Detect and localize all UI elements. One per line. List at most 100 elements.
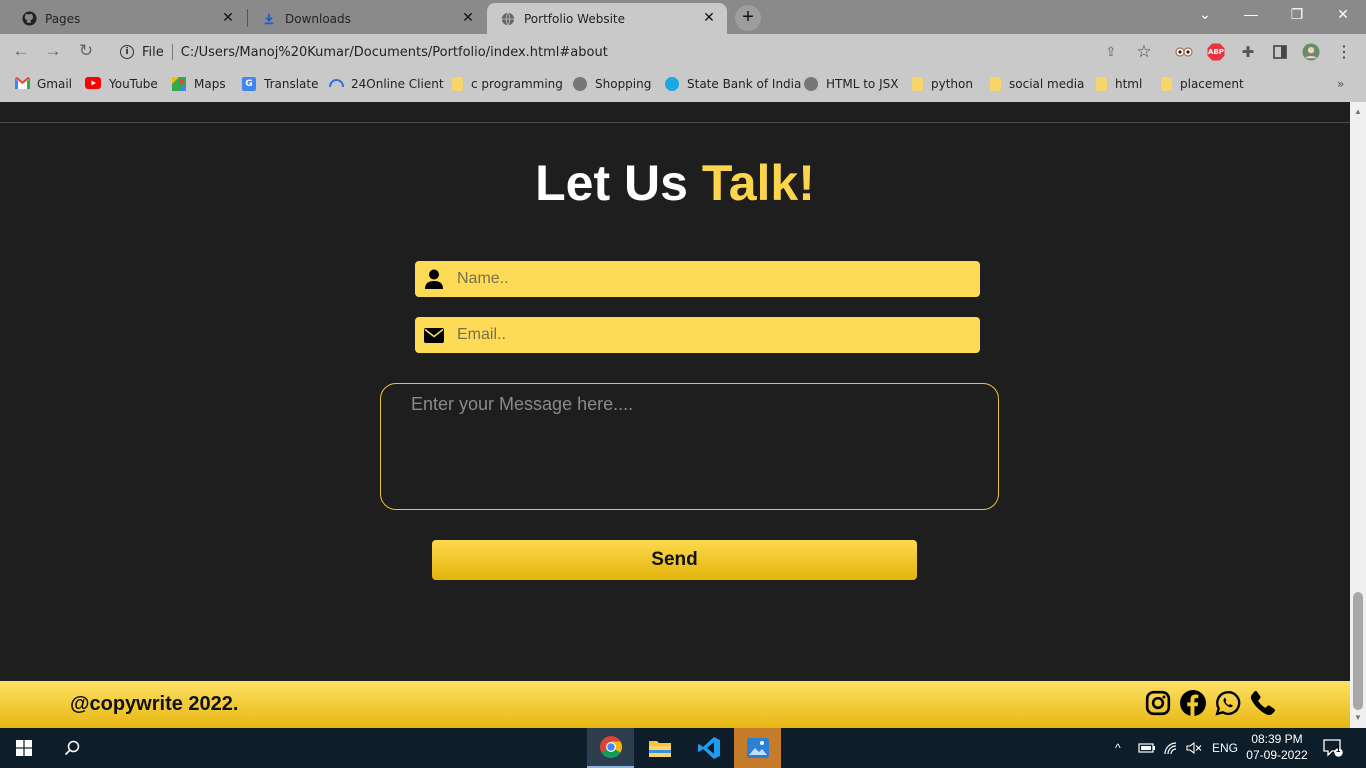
message-textarea[interactable] <box>380 383 999 510</box>
tab-label: Downloads <box>285 11 351 26</box>
volume-muted-icon[interactable] <box>1186 728 1202 768</box>
reload-icon[interactable]: ↻ <box>75 41 97 61</box>
show-hidden-icons[interactable]: ^ <box>1115 728 1121 768</box>
notifications-icon[interactable]: 1 <box>1323 728 1343 768</box>
battery-icon[interactable] <box>1138 728 1156 768</box>
minimize-icon[interactable]: — <box>1236 6 1266 22</box>
close-tab-icon[interactable]: ✕ <box>460 10 476 26</box>
page-scrollbar[interactable]: ▲ ▼ <box>1350 102 1366 728</box>
file-explorer-icon[interactable] <box>636 728 683 768</box>
info-icon[interactable]: i <box>120 45 134 59</box>
sbi-icon <box>665 77 679 91</box>
bookmark-label: Maps <box>194 77 226 91</box>
whatsapp-icon[interactable] <box>1215 690 1241 716</box>
back-icon[interactable]: ← <box>10 41 32 61</box>
extension-eyes-icon[interactable] <box>1175 43 1193 61</box>
bookmark-html[interactable]: html <box>1096 77 1142 91</box>
restore-icon[interactable]: ❐ <box>1282 6 1312 23</box>
bookmark-youtube[interactable]: YouTube <box>85 77 158 91</box>
bookmarks-bar: Gmail YouTube Maps G Translate 24Online … <box>0 70 1366 102</box>
youtube-icon <box>85 77 101 91</box>
bookmark-c-programming[interactable]: c programming <box>452 77 563 91</box>
scroll-down-icon[interactable]: ▼ <box>1350 710 1366 726</box>
extensions-puzzle-icon[interactable]: ✚ <box>1239 43 1257 61</box>
bookmark-label: State Bank of India <box>687 77 802 91</box>
globe-icon <box>573 77 587 91</box>
phone-icon[interactable] <box>1250 690 1276 716</box>
close-tab-icon[interactable]: ✕ <box>701 10 717 26</box>
photos-icon[interactable] <box>734 728 781 768</box>
forward-icon[interactable]: → <box>42 41 64 61</box>
heading-accent-text: Talk! <box>701 155 815 211</box>
bookmark-state-bank-of-india[interactable]: State Bank of India <box>665 77 801 91</box>
vscode-icon[interactable] <box>685 728 732 768</box>
bookmark-label: python <box>931 77 973 91</box>
contact-heading: Let Us Talk! <box>0 154 1350 212</box>
folder-icon <box>990 77 1001 91</box>
email-field[interactable] <box>415 317 980 353</box>
wifi-icon[interactable] <box>1163 728 1179 768</box>
search-icon[interactable] <box>48 728 96 768</box>
bookmark-maps[interactable]: Maps <box>172 77 226 91</box>
bookmark-shopping[interactable]: Shopping <box>573 77 651 91</box>
bookmark-python[interactable]: python <box>912 77 973 91</box>
instagram-icon[interactable] <box>1145 690 1171 716</box>
name-field[interactable] <box>415 261 980 297</box>
address-bar[interactable]: i File C:/Users/Manoj%20Kumar/Documents/… <box>110 39 1165 65</box>
facebook-icon[interactable] <box>1180 690 1206 716</box>
bookmark-24online-client[interactable]: 24Online Client <box>329 77 444 91</box>
scroll-up-icon[interactable]: ▲ <box>1350 104 1366 120</box>
clock-time: 08:39 PM <box>1251 732 1303 746</box>
new-tab-button[interactable]: + <box>735 5 761 31</box>
bookmark-social-media[interactable]: social media <box>990 77 1084 91</box>
close-window-icon[interactable]: ✕ <box>1328 6 1358 23</box>
bookmark-label: HTML to JSX <box>826 77 899 91</box>
name-input[interactable] <box>455 269 955 289</box>
send-button[interactable]: Send <box>432 540 917 580</box>
profile-avatar[interactable] <box>1302 43 1320 61</box>
maps-icon <box>172 77 186 91</box>
bookmark-html-to-jsx[interactable]: HTML to JSX <box>804 77 898 91</box>
bookmark-label: YouTube <box>109 77 158 91</box>
clock-date: 07-09-2022 <box>1246 748 1308 762</box>
browser-toolbar: ← → ↻ i File C:/Users/Manoj%20Kumar/Docu… <box>0 34 1366 70</box>
close-tab-icon[interactable]: ✕ <box>220 10 236 26</box>
windows-start-icon[interactable] <box>0 728 48 768</box>
side-panel-icon[interactable] <box>1271 43 1289 61</box>
tab-pages[interactable]: Pages ✕ <box>8 3 246 34</box>
tab-portfolio-website[interactable]: Portfolio Website ✕ <box>487 3 727 34</box>
contact-section: Let Us Talk! Send @copywrite 2022. <box>0 102 1350 728</box>
section-divider <box>0 122 1350 123</box>
bookmark-label: Shopping <box>595 77 652 91</box>
language-indicator[interactable]: ENG <box>1212 728 1238 768</box>
bookmark-star-icon[interactable]: ☆ <box>1135 42 1153 61</box>
clock[interactable]: 08:39 PM 07-09-2022 <box>1240 731 1314 763</box>
user-icon <box>424 269 444 289</box>
page-footer: @copywrite 2022. <box>0 681 1350 728</box>
email-input[interactable] <box>455 325 955 345</box>
tab-strip: Pages ✕ Downloads ✕ Portfolio Website ✕ … <box>0 0 1366 34</box>
scrollbar-thumb[interactable] <box>1353 592 1363 710</box>
notification-count: 1 <box>1336 745 1341 754</box>
address-divider <box>171 44 173 60</box>
folder-icon <box>452 77 463 91</box>
windows-taskbar: ^ ENG 08:39 PM 07-09-2022 1 <box>0 728 1366 768</box>
abp-label: ABP <box>1208 48 1224 56</box>
tab-label: Pages <box>45 11 81 26</box>
folder-icon <box>1096 77 1107 91</box>
bookmark-gmail[interactable]: Gmail <box>15 77 72 91</box>
url-text[interactable]: C:/Users/Manoj%20Kumar/Documents/Portfol… <box>181 45 608 60</box>
bookmark-translate[interactable]: G Translate <box>242 77 319 91</box>
share-icon[interactable]: ⇪ <box>1102 43 1120 61</box>
more-bookmarks-icon[interactable]: » <box>1337 77 1344 91</box>
tab-downloads[interactable]: Downloads ✕ <box>248 3 486 34</box>
envelope-icon <box>424 325 444 345</box>
bookmark-label: Translate <box>264 77 319 91</box>
github-icon <box>21 11 37 27</box>
chrome-icon[interactable] <box>587 728 634 768</box>
menu-kebab-icon[interactable]: ⋮ <box>1335 43 1353 61</box>
tab-search-icon[interactable]: ⌄ <box>1190 6 1220 23</box>
bookmark-placement[interactable]: placement <box>1161 77 1244 91</box>
gmail-icon <box>15 77 30 91</box>
adblock-plus-icon[interactable]: ABP <box>1207 43 1225 61</box>
